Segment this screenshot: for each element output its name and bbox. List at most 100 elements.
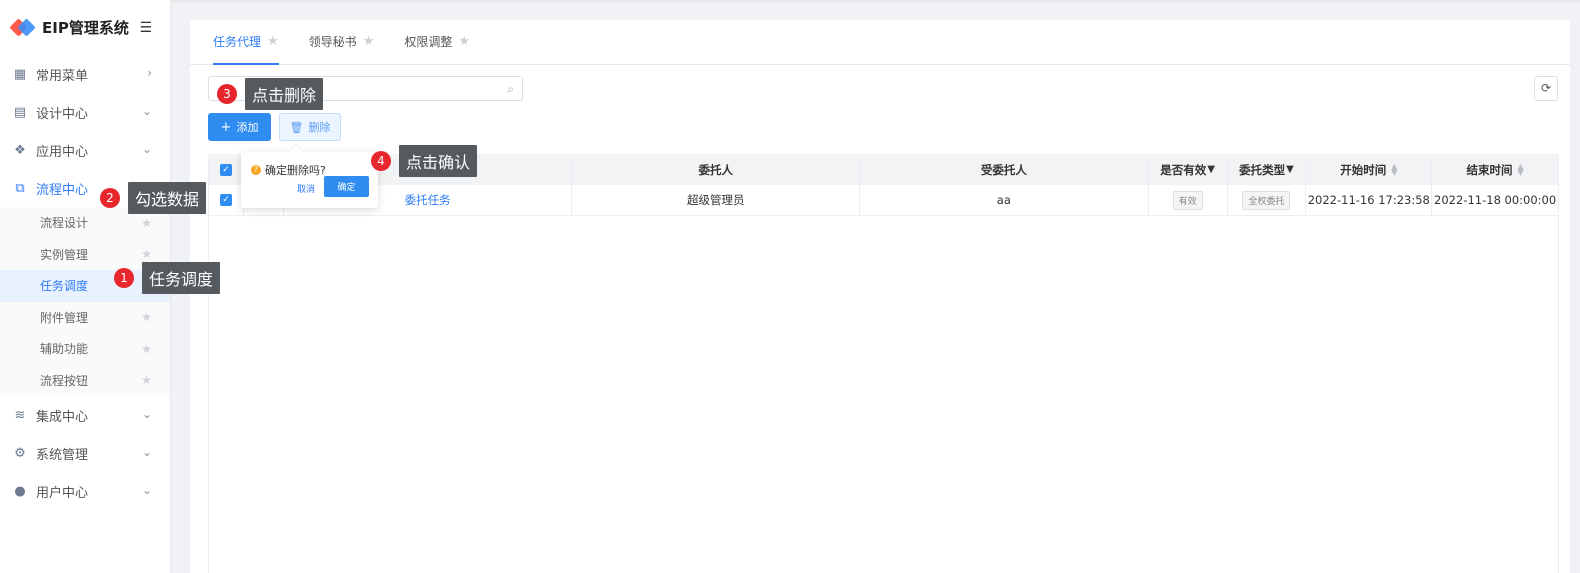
callout-text: 点击确认 (399, 145, 478, 177)
sidebar-item-label: 应用中心 (36, 144, 89, 160)
sidebar-item-label: 用户中心 (36, 485, 89, 501)
sidebar-item-apps[interactable]: ❖ 应用中心 ⌄ (0, 131, 170, 169)
subitem-label: 辅助功能 (40, 342, 89, 357)
star-icon[interactable]: ★ (141, 310, 152, 324)
sort-icon[interactable]: ▲ ▼ (1518, 162, 1524, 176)
tab-label: 领导秘书 (308, 35, 357, 49)
header-type[interactable]: 委托类型 ▼ (1228, 154, 1307, 185)
filter-icon[interactable]: ▼ (1207, 164, 1215, 175)
subitem-label: 附件管理 (40, 310, 89, 325)
sidebar-item-label: 系统管理 (36, 447, 89, 463)
header-valid[interactable]: 是否有效 ▼ (1149, 154, 1228, 185)
sidebar-item-integration[interactable]: ≋ 集成中心 ⌄ (0, 396, 170, 434)
delete-popconfirm: ? 确定删除吗? 取消 确定 (241, 144, 378, 208)
header-label: 是否有效 (1160, 162, 1207, 177)
row-from: 超级管理员 (572, 185, 861, 215)
sidebar-item-label: 流程中心 (36, 182, 89, 198)
delete-button[interactable]: 🗑 删除 (279, 113, 341, 141)
search-icon[interactable]: ⌕ (507, 82, 514, 97)
pop-question-text: 确定删除吗? (265, 164, 326, 177)
sidebar-subitem-helper[interactable]: 辅助功能 ★ (0, 333, 170, 365)
header-label: 受委托人 (980, 162, 1027, 177)
header-label: 开始时间 (1340, 162, 1387, 177)
plus-icon: + (220, 119, 232, 135)
star-icon[interactable]: ★ (141, 247, 152, 261)
callout-badge: 1 (114, 268, 134, 288)
sort-icon[interactable]: ▲ ▼ (1391, 162, 1397, 176)
sidebar-item-user[interactable]: ● 用户中心 ⌄ (0, 472, 170, 510)
select-all-checkbox[interactable]: ✓ (209, 154, 244, 185)
collapse-menu-icon[interactable]: ☰ (139, 20, 152, 36)
row-checkbox[interactable]: ✓ (209, 185, 244, 215)
header-from: 委托人 (572, 154, 861, 185)
callout-badge: 4 (371, 151, 391, 171)
delete-label: 删除 (308, 121, 331, 134)
star-icon[interactable]: ★ (363, 34, 375, 49)
subitem-label: 任务调度 (40, 279, 89, 294)
top-strip (171, 0, 1580, 3)
sidebar-item-system[interactable]: ⚙ 系统管理 ⌄ (0, 434, 170, 472)
chevron-down-icon: ⌄ (141, 445, 152, 459)
sidebar-subitem-attachment[interactable]: 附件管理 ★ (0, 302, 170, 334)
pop-cancel-button[interactable]: 取消 (297, 182, 315, 195)
tab-label: 权限调整 (404, 35, 453, 49)
header-start[interactable]: 开始时间 ▲ ▼ (1306, 154, 1433, 185)
star-icon[interactable]: ★ (458, 34, 470, 49)
cell-text: 超级管理员 (687, 193, 745, 207)
star-icon[interactable]: ★ (267, 34, 279, 49)
header-label: 结束时间 (1466, 162, 1513, 177)
header-label: 委托人 (698, 162, 734, 177)
tab-permission-adjust[interactable]: 权限调整 ★ (404, 19, 470, 64)
star-icon[interactable]: ★ (141, 342, 152, 356)
cell-text: 2022-11-16 17:23:58 (1307, 193, 1430, 207)
row-type: 全权委托 (1228, 185, 1307, 215)
sidebar-item-common[interactable]: ▦ 常用菜单 › (0, 55, 170, 93)
table-row[interactable]: ✓ 委托任务 超级管理员 aa 有效 全权委托 2022-11-16 17:23… (209, 185, 1558, 216)
callout-text: 任务调度 (142, 262, 221, 294)
header-to: 受委托人 (860, 154, 1149, 185)
design-icon: ▤ (13, 104, 27, 120)
chevron-right-icon: › (147, 66, 152, 80)
layers-icon: ≋ (14, 407, 26, 423)
title-link[interactable]: 委托任务 (405, 192, 451, 208)
star-icon[interactable]: ★ (141, 373, 152, 387)
user-icon: ● (14, 483, 26, 499)
pop-question: ? 确定删除吗? (251, 162, 326, 178)
main-panel: 任务代理★ 领导秘书★ 权限调整★ ⌕ ⟳ + 添加 🗑 删除 ✓ 标题 (190, 20, 1570, 573)
tab-label: 任务代理 (213, 35, 262, 49)
type-badge: 全权委托 (1242, 190, 1291, 210)
sidebar-item-label: 集成中心 (36, 409, 89, 425)
chevron-down-icon: ⌄ (141, 142, 152, 156)
check-icon: ✓ (219, 163, 232, 176)
callout-text: 勾选数据 (128, 182, 207, 214)
chevron-down-icon: ⌄ (141, 483, 152, 497)
row-valid: 有效 (1149, 185, 1228, 215)
add-label: 添加 (236, 121, 259, 134)
tab-task-proxy[interactable]: 任务代理 ★ (213, 19, 279, 65)
header-end[interactable]: 结束时间 ▲ ▼ (1432, 154, 1558, 185)
apps-icon: ❖ (14, 142, 26, 158)
star-icon[interactable]: ★ (141, 216, 152, 230)
callout-text: 点击删除 (245, 78, 324, 110)
sidebar-item-design[interactable]: ▤ 设计中心 ⌄ (0, 93, 170, 131)
callout-3: 3 点击删除 (217, 78, 324, 110)
flow-submenu: 流程设计 ★ 实例管理 ★ 任务调度 附件管理 ★ 辅助功能 ★ 流程按钮 ★ (0, 207, 170, 396)
add-button[interactable]: + 添加 (208, 113, 271, 141)
app-title: EIP管理系统 (42, 19, 129, 37)
row-to: aa (860, 185, 1149, 215)
tab-leader-secretary[interactable]: 领导秘书 ★ (309, 19, 375, 64)
callout-4: 4 点击确认 (371, 145, 478, 177)
trash-icon: 🗑 (289, 120, 304, 134)
status-badge: 有效 (1172, 190, 1203, 210)
subitem-label: 实例管理 (40, 247, 89, 262)
sidebar-subitem-flow-buttons[interactable]: 流程按钮 ★ (0, 365, 170, 397)
data-table: ✓ 标题 委托人 受委托人 是否有效▼ 委托类型▼ 开始时间▲▼ 结束时间▲▼ … (208, 154, 1559, 573)
brand: EIP管理系统 ☰ (0, 0, 170, 55)
flow-icon: ⧉ (15, 180, 25, 196)
refresh-button[interactable]: ⟳ (1534, 76, 1558, 101)
chevron-down-icon: ⌄ (141, 104, 152, 118)
pop-ok-button[interactable]: 确定 (324, 176, 369, 197)
callout-2: 2 勾选数据 (100, 182, 207, 214)
filter-icon[interactable]: ▼ (1286, 164, 1294, 175)
grid-icon: ▦ (13, 66, 27, 82)
